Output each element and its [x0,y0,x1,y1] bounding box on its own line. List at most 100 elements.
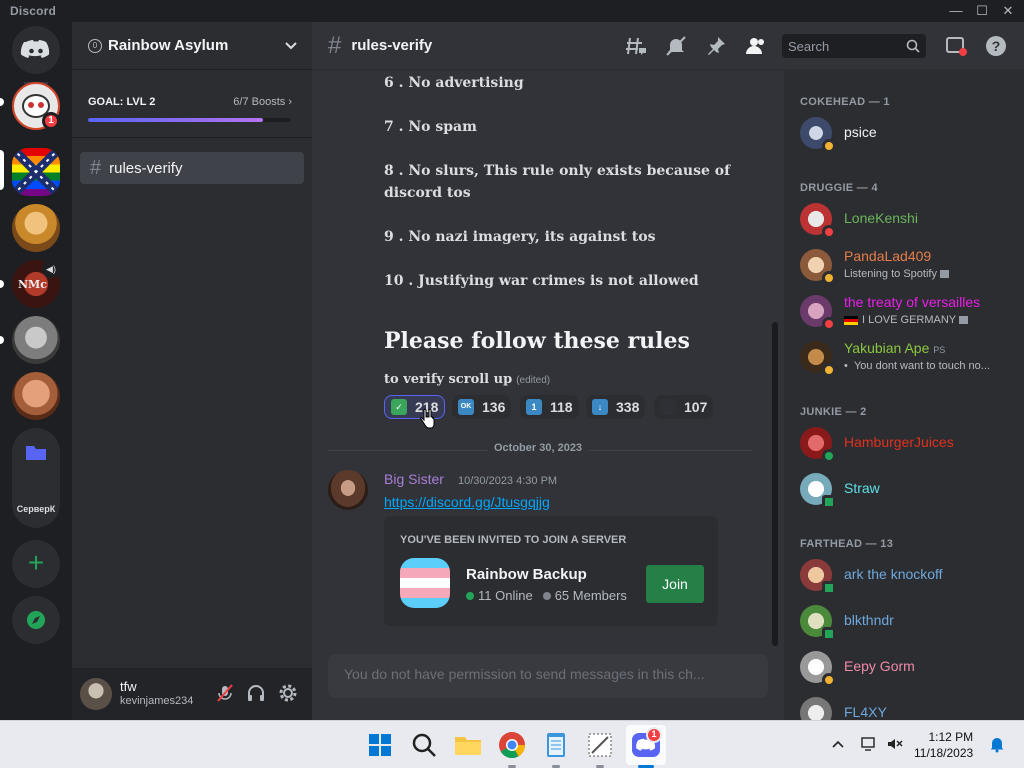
rules-subtext: to verify scroll up (edited) [384,372,551,387]
member-item[interactable]: ark the knockoff [800,554,1020,596]
member-list-icon[interactable] [744,34,768,58]
discord-home-button[interactable] [12,26,60,74]
status-idle-icon [822,139,836,153]
member-item[interactable]: Yakubian Ape PS • You dont want to touch… [800,336,1020,378]
chevron-down-icon [285,41,297,49]
status-dnd-icon [822,225,836,239]
help-icon[interactable]: ? [984,34,1008,58]
invite-stats: 11 Online 65 Members [466,588,627,603]
mute-mic-icon[interactable] [214,682,236,704]
notification-bell-icon[interactable] [988,735,1006,753]
message-author[interactable]: Big Sister [384,471,444,487]
spotify-icon [940,270,950,279]
close-icon[interactable]: ✕ [996,0,1020,22]
notification-muted-icon[interactable] [664,34,688,58]
network-icon[interactable] [860,735,878,753]
clock-date: 11/18/2023 [914,746,974,760]
member-item[interactable]: psice [800,112,1020,154]
system-clock[interactable]: 1:12 PM 11/18/2023 [914,729,973,761]
status-mobile-icon [822,581,836,595]
member-item[interactable]: PandaLad409 Listening to Spotify [800,244,1020,286]
member-name: Eepy Gorm [844,658,915,674]
server-icon-6[interactable] [12,372,60,420]
reaction-one[interactable]: 1 118 [520,395,579,419]
chevron-up-icon[interactable] [830,737,846,753]
member-name: FL4XY [844,704,887,720]
discord-logo-icon [20,40,50,58]
channel-item-rules-verify[interactable]: # rules-verify [80,152,304,184]
member-item[interactable]: LoneKenshi [800,198,1020,240]
file-explorer-icon[interactable] [452,729,484,761]
avatar[interactable] [328,470,368,510]
reaction-check[interactable]: ✓ 218 [384,395,446,419]
inbox-icon[interactable] [944,34,968,58]
boost-count: 6/7 Boosts › [233,96,292,108]
server-icon-5[interactable] [12,316,60,364]
minimize-icon[interactable]: — [944,0,968,22]
avatar[interactable] [80,678,112,710]
clock-time: 1:12 PM [928,730,974,744]
maximize-icon[interactable]: ☐ [970,0,994,22]
speaker-icon: ◀) [42,260,60,278]
boost-goal[interactable]: GOAL: LVL 2 6/7 Boosts › [72,70,312,138]
hand-cursor-icon [420,408,435,429]
one-emoji-icon: 1 [526,399,542,415]
member-list: COKEHEAD — 1 psice DRUGGIE — 4 LoneKensh… [784,70,1024,720]
member-item[interactable]: blkthndr [800,600,1020,642]
edited-label: (edited) [516,375,551,386]
add-server-button[interactable]: + [12,540,60,588]
pin-icon[interactable] [704,34,728,58]
chrome-icon[interactable] [496,729,528,761]
member-name: ark the knockoff [844,566,943,582]
volume-muted-icon[interactable] [886,735,904,753]
scrollbar[interactable] [772,322,778,646]
app-title: Discord [10,4,57,18]
reaction-blank[interactable]: 107 [654,395,714,419]
channel-sidebar: 0 Rainbow Asylum GOAL: LVL 2 6/7 Boosts … [72,22,312,720]
member-item[interactable]: the treaty of versailles I LOVE GERMANY [800,290,1020,332]
member-group-title: DRUGGIE — 4 [800,182,878,194]
windows-start-icon[interactable] [364,729,396,761]
status-mobile-icon [822,627,836,641]
rule-line: 7 . No spam [384,119,477,135]
invite-server-name: Rainbow Backup [466,566,587,583]
invite-heading: YOU'VE BEEN INVITED TO JOIN A SERVER [400,534,627,546]
snipping-tool-icon[interactable] [584,729,616,761]
blank-emoji-icon [660,399,676,415]
guild-header[interactable]: 0 Rainbow Asylum [72,22,312,70]
server-folder[interactable]: СерверК [12,428,60,528]
server-icon-3[interactable] [12,204,60,252]
channel-header: # rules-verify Search ? [312,22,1024,70]
member-activity: • You dont want to touch no... [844,360,990,372]
search-icon [906,39,920,53]
join-button[interactable]: Join [646,565,704,603]
status-idle-icon [822,271,836,285]
member-name: Straw [844,480,880,496]
message-input[interactable]: You do not have permission to send messa… [328,654,768,698]
member-item[interactable]: FL4XY [800,692,1020,720]
rule-line: 8 . No slurs, This rule only exists beca… [384,163,731,201]
reaction-ok[interactable]: OK 136 [452,395,512,419]
member-item[interactable]: Straw [800,468,1020,510]
status-mobile-icon [822,495,836,509]
member-group-title: JUNKIE — 2 [800,406,867,418]
reaction-down-arrow[interactable]: ↓ 338 [586,395,646,419]
invite-link[interactable]: https://discord.gg/Jtusgqjjg [384,494,550,510]
threads-icon[interactable] [624,34,648,58]
search-input[interactable]: Search [782,34,926,58]
date-divider-label: October 30, 2023 [488,442,589,454]
search-icon[interactable] [408,729,440,761]
explore-servers-button[interactable] [12,596,60,644]
boost-progress-bar [88,118,291,122]
member-item[interactable]: HamburgerJuices [800,422,1020,464]
rules-heading: Please follow these rules [384,328,690,354]
ok-emoji-icon: OK [458,399,474,415]
compass-icon [27,611,45,629]
gear-icon[interactable] [277,682,299,704]
folder-icon [26,446,46,460]
notepad-icon[interactable] [540,729,572,761]
member-item[interactable]: Eepy Gorm [800,646,1020,688]
headphones-icon[interactable] [245,682,267,704]
message-list: 6 . No advertising 7 . No spam 8 . No sl… [312,70,784,668]
server-icon-rainbow-asylum[interactable] [12,148,60,196]
